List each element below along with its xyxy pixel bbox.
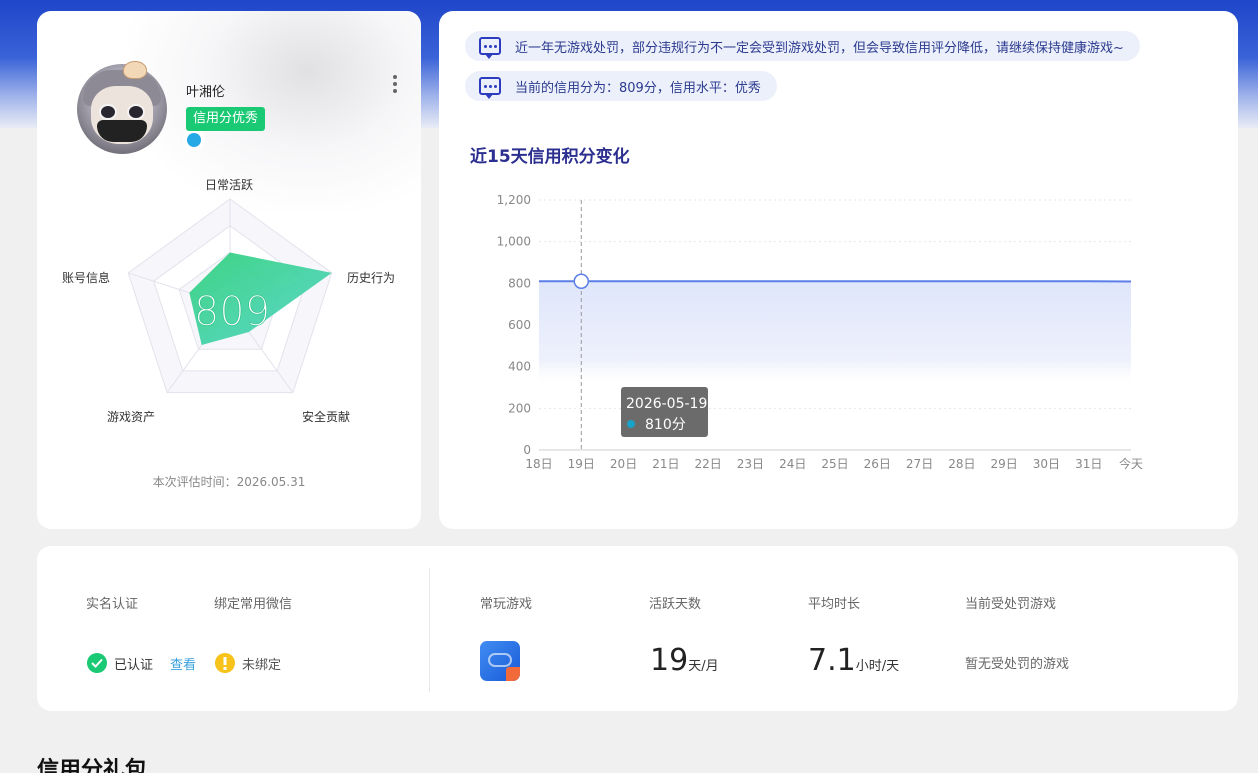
radar-svg: 809 [127,198,333,394]
warning-icon [215,653,235,673]
x-tick-label: 21日 [652,457,679,471]
credit-chart-card: 近一年无游戏处罚，部分违规行为不一定会受到游戏处罚，但会导致信用评分降低，请继续… [439,11,1238,529]
x-tick-label: 29日 [991,457,1018,471]
realname-status: 已认证 [114,658,154,673]
punished-games-label: 当前受处罚游戏 [965,597,1057,612]
more-options-icon[interactable] [385,73,405,95]
y-tick-label: 1,000 [497,235,531,249]
y-tick-label: 200 [508,401,531,415]
avatar-decoration-icon [123,61,147,79]
game-icon[interactable] [480,641,520,681]
active-days-unit: 天/月 [688,659,719,674]
realname-label: 实名认证 [86,597,139,612]
area-fill [539,281,1131,388]
x-tick-label: 27日 [906,457,933,471]
x-tick-label: 26日 [864,457,891,471]
x-tick-label: 31日 [1075,457,1102,471]
x-tick-label: 23日 [737,457,764,471]
view-realname-link[interactable]: 查看 [170,654,196,673]
active-days-value: 19天/月 [650,646,719,682]
punished-games-value: 暂无受处罚的游戏 [965,657,1070,672]
x-tick-label: 18日 [525,457,552,471]
frequent-games-label: 常玩游戏 [480,597,533,612]
y-tick-label: 800 [508,276,531,290]
wechat-label: 绑定常用微信 [214,597,293,612]
gift-section-title: 信用分礼包 [37,758,148,773]
x-tick-label: 今天 [1119,456,1143,471]
radar-label-account-info: 账号信息 [62,271,111,285]
evaluation-time: 本次评估时间：2026.05.31 [152,475,306,489]
avg-time-unit: 小时/天 [855,659,900,674]
wechat-status: 未绑定 [242,658,282,673]
radar-label-history: 历史行为 [347,271,396,285]
avg-time-number: 7.1 [808,643,856,678]
credit-line-chart[interactable]: 0 200 400 600 800 1,000 1,200 18日 19日 20日 21日 22日 23… [439,11,1238,529]
x-tick-label: 30日 [1033,457,1060,471]
x-tick-label: 19日 [568,457,595,471]
radar-label-security: 安全贡献 [302,410,351,424]
credit-level-badge: 信用分优秀 [186,107,266,131]
radar-chart: 809 日常活跃 历史行为 安全贡献 游戏资产 账号信息 [37,161,421,441]
tooltip-value: 810分 [645,417,686,433]
x-tick-label: 22日 [695,457,722,471]
verified-check-icon [87,653,107,673]
x-tick-label: 24日 [779,457,806,471]
profile-card: 叶湘伦 信用分优秀 809 日常活跃 历史行为 安全贡献 游戏资产 账号信息 本… [37,11,421,529]
divider [429,568,430,692]
tooltip-marker [627,420,635,428]
avg-time-label: 平均时长 [808,597,861,612]
tooltip-date: 2026-05-19 [626,396,707,412]
x-tick-label: 25日 [821,457,848,471]
x-tick-label: 28日 [948,457,975,471]
radar-label-game-assets: 游戏资产 [107,410,156,424]
y-tick-label: 400 [508,360,531,374]
highlight-point [573,273,590,289]
radar-label-daily-activity: 日常活跃 [205,178,254,192]
active-days-label: 活跃天数 [649,597,702,612]
y-tick-label: 600 [508,318,531,332]
user-name: 叶湘伦 [186,85,226,100]
account-stats-card: 实名认证 绑定常用微信 已认证 查看 未绑定 常玩游戏 活跃天数 19天/月 平… [37,546,1238,711]
y-tick-label: 1,200 [497,193,531,207]
avg-time-value: 7.1小时/天 [808,646,899,682]
active-days-number: 19 [650,643,689,678]
credit-score-text: 809 [194,289,270,335]
avatar[interactable] [77,64,167,154]
x-tick-label: 20日 [610,457,637,471]
y-tick-label: 0 [523,443,531,457]
qq-icon [183,129,205,151]
